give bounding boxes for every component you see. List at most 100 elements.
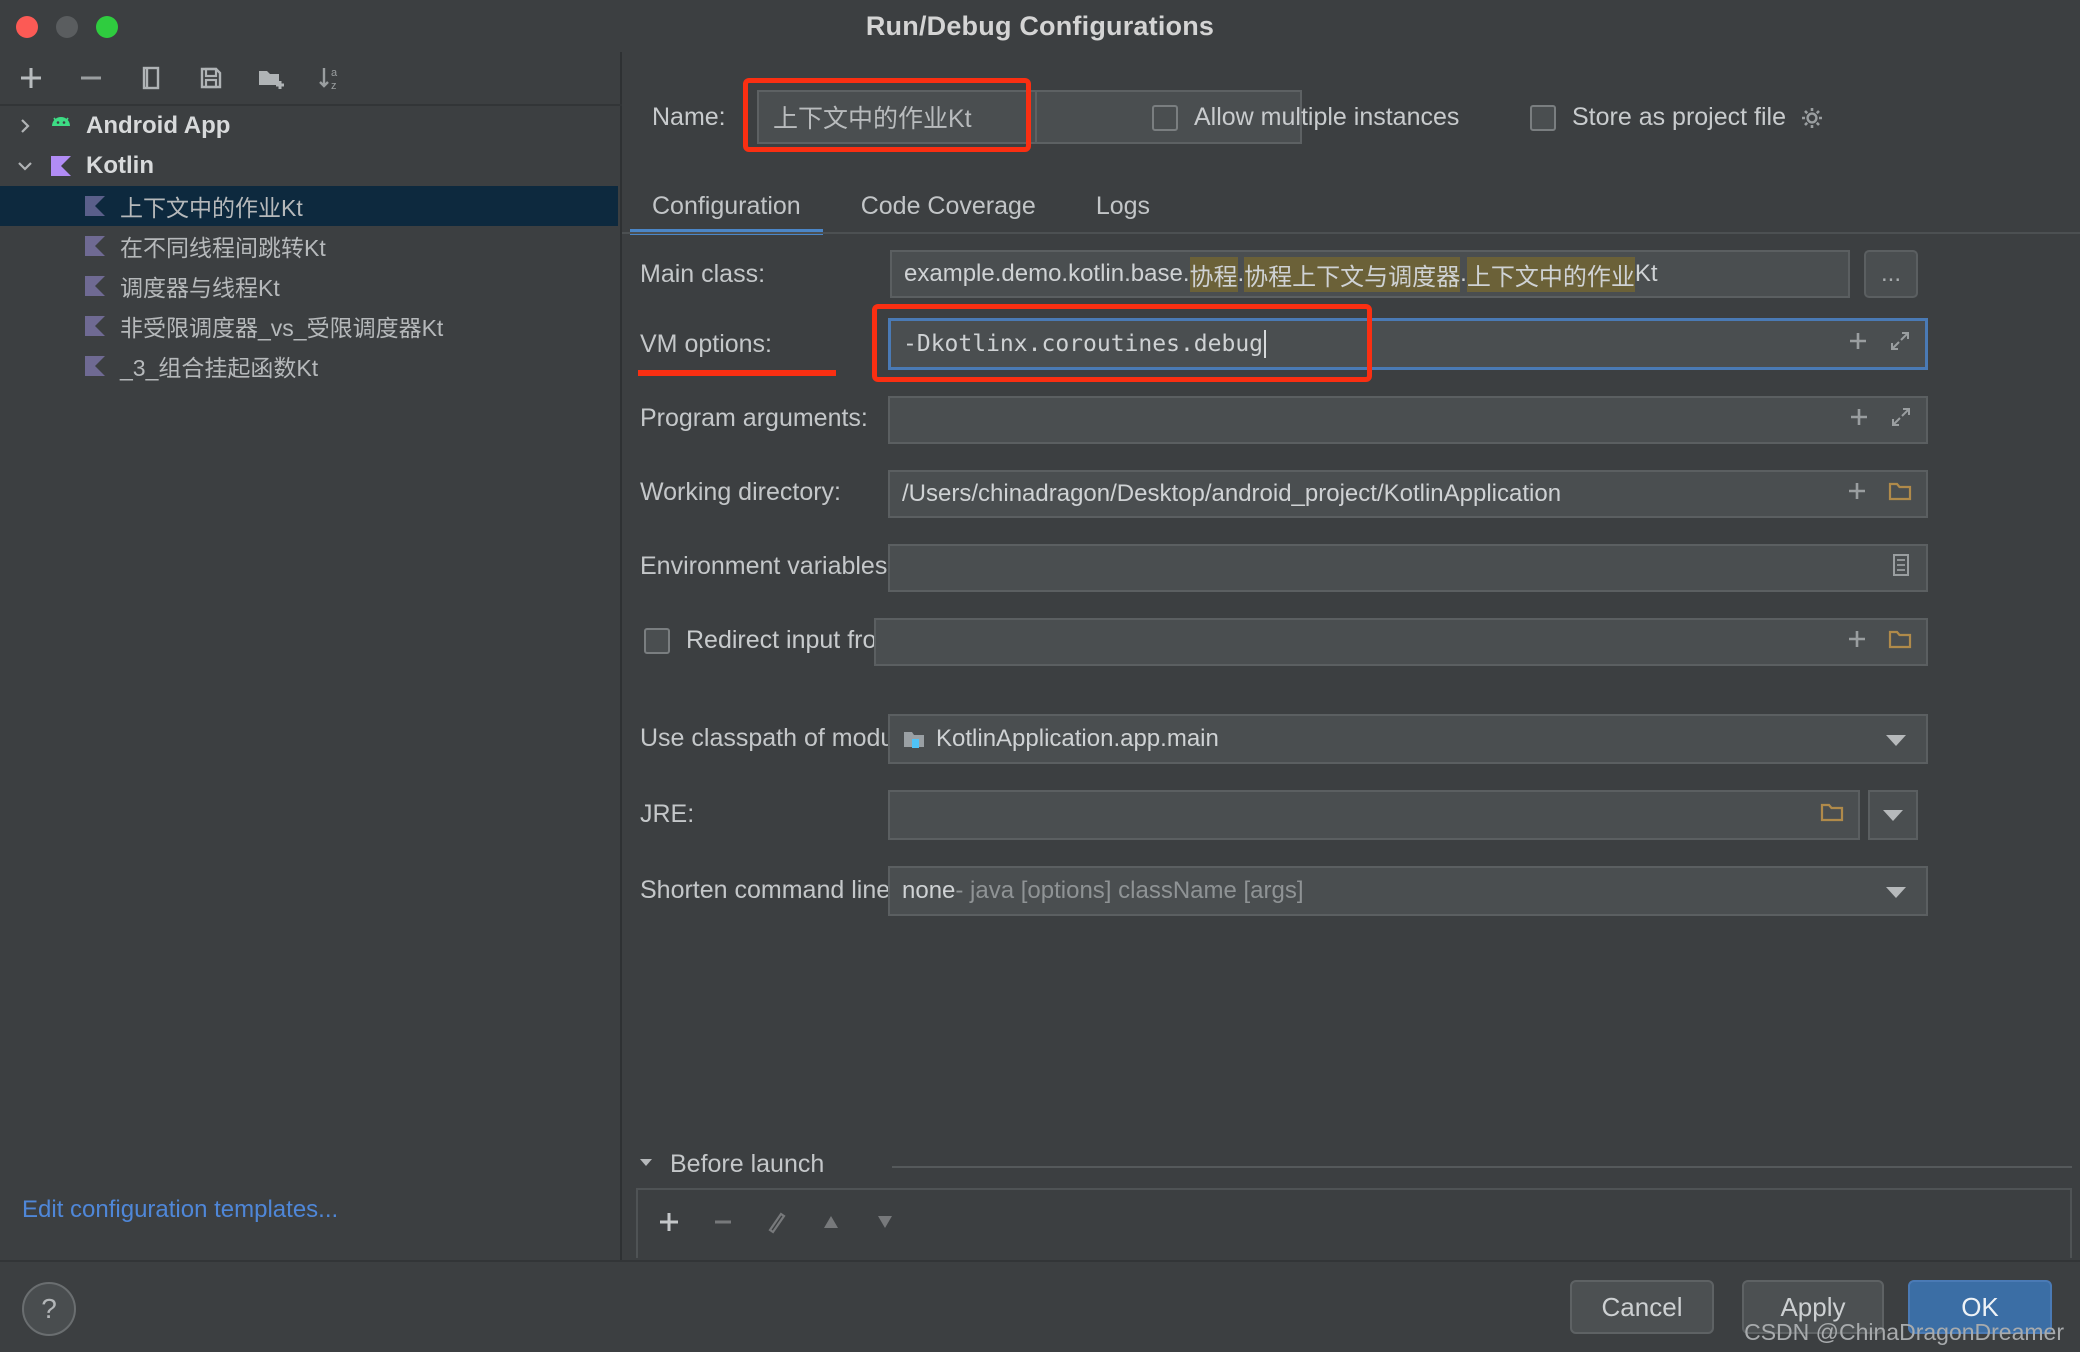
program-arguments-input[interactable] bbox=[888, 396, 1928, 444]
working-directory-value: /Users/chinadragon/Desktop/android_proje… bbox=[902, 480, 1562, 507]
title-bar: Run/Debug Configurations bbox=[0, 0, 2080, 52]
sort-alphabetically-button[interactable]: a z bbox=[310, 57, 352, 99]
svg-text:a: a bbox=[331, 67, 338, 79]
jre-label: JRE: bbox=[640, 800, 695, 828]
jre-input[interactable] bbox=[888, 790, 1860, 840]
new-folder-button[interactable] bbox=[250, 57, 292, 99]
redirect-input-field-icons bbox=[1846, 620, 1912, 664]
tabs-divider bbox=[622, 232, 2080, 234]
remove-task-button bbox=[710, 1209, 736, 1240]
tab-logs[interactable]: Logs bbox=[1066, 180, 1180, 232]
tree-item-selected-config[interactable]: 上下文中的作业Kt bbox=[0, 186, 618, 226]
plus-icon[interactable] bbox=[1846, 628, 1868, 657]
main-class-segment-2: 协程上下文与调度器 bbox=[1244, 256, 1461, 292]
folder-icon[interactable] bbox=[1888, 628, 1912, 657]
plus-icon[interactable] bbox=[1847, 330, 1869, 359]
before-launch-divider bbox=[892, 1166, 2072, 1168]
tree-node-label: 在不同线程间跳转Kt bbox=[120, 235, 326, 261]
tree-item-config-2[interactable]: 在不同线程间跳转Kt bbox=[0, 226, 618, 266]
main-class-input[interactable]: example.demo.kotlin.base. 协程. 协程上下文与调度器. 上下… bbox=[890, 250, 1850, 298]
android-icon bbox=[44, 116, 78, 136]
folder-icon[interactable] bbox=[1820, 801, 1844, 830]
vm-options-label-annotation-underline bbox=[638, 370, 836, 376]
shorten-command-line-hint: - java [options] className [args] bbox=[955, 877, 1304, 904]
shorten-command-line-combo[interactable]: none - java [options] className [args] bbox=[888, 866, 1928, 916]
plus-icon[interactable] bbox=[1846, 480, 1868, 509]
add-task-button[interactable] bbox=[656, 1209, 682, 1240]
vm-options-row: VM options: -Dkotlinx.coroutines.debug bbox=[622, 304, 2080, 390]
tab-code-coverage[interactable]: Code Coverage bbox=[831, 180, 1066, 232]
working-directory-input[interactable]: /Users/chinadragon/Desktop/android_proje… bbox=[888, 470, 1928, 518]
tree-node-label: 上下文中的作业Kt bbox=[120, 195, 303, 221]
working-directory-field-icons bbox=[1846, 472, 1912, 516]
edit-configuration-templates-link[interactable]: Edit configuration templates... bbox=[22, 1196, 338, 1224]
main-class-row: Main class: example.demo.kotlin.base. 协程.… bbox=[622, 244, 2080, 312]
svg-text:z: z bbox=[331, 80, 337, 92]
kotlin-file-icon bbox=[78, 354, 112, 378]
expand-icon[interactable] bbox=[1890, 406, 1912, 435]
kotlin-file-icon bbox=[78, 274, 112, 298]
name-row: Name: 上下文中的作业Kt Allow multiple instances… bbox=[622, 78, 2080, 152]
allow-multiple-instances-checkbox[interactable] bbox=[1152, 104, 1178, 131]
run-debug-configurations-dialog: Run/Debug Configurations a z Android App… bbox=[0, 0, 2080, 1352]
store-as-project-file-checkbox[interactable] bbox=[1530, 104, 1556, 131]
name-field-annotation-box bbox=[743, 78, 1031, 152]
name-label: Name: bbox=[652, 103, 726, 131]
environment-variables-label: Environment variables: bbox=[640, 552, 895, 580]
program-arguments-label: Program arguments: bbox=[640, 404, 868, 432]
program-arguments-field-icons bbox=[1848, 398, 1912, 442]
use-classpath-value: KotlinApplication.app.main bbox=[936, 725, 1219, 752]
program-arguments-row: Program arguments: bbox=[622, 390, 2080, 464]
triangle-down-icon[interactable] bbox=[636, 1150, 656, 1179]
before-launch-header[interactable]: Before launch bbox=[636, 1150, 824, 1179]
main-class-dot-1: . bbox=[1237, 260, 1245, 287]
chevron-down-icon[interactable] bbox=[1886, 887, 1906, 898]
store-as-project-file-row[interactable]: Store as project file bbox=[1530, 103, 1824, 132]
tree-node-kotlin[interactable]: Kotlin bbox=[0, 146, 618, 186]
add-configuration-button[interactable] bbox=[10, 57, 52, 99]
use-classpath-combo[interactable]: KotlinApplication.app.main bbox=[888, 714, 1928, 764]
before-launch-section: Before launch bbox=[622, 1142, 2080, 1262]
tree-item-config-5[interactable]: _3_组合挂起函数Kt bbox=[0, 346, 618, 386]
list-icon[interactable] bbox=[1890, 553, 1912, 584]
configurations-tree: Android App Kotlin 上下文中的作业Kt 在不同线程间跳转Kt … bbox=[0, 106, 618, 386]
main-class-browse-button[interactable]: ... bbox=[1864, 250, 1918, 298]
redirect-input-field[interactable] bbox=[874, 618, 1928, 666]
tree-item-config-4[interactable]: 非受限调度器_vs_受限调度器Kt bbox=[0, 306, 618, 346]
jre-dropdown-button[interactable] bbox=[1868, 790, 1918, 840]
redirect-input-checkbox[interactable] bbox=[644, 627, 670, 654]
folder-icon[interactable] bbox=[1888, 480, 1912, 509]
tab-label: Configuration bbox=[652, 191, 801, 220]
gear-icon[interactable] bbox=[1800, 106, 1824, 130]
cancel-button[interactable]: Cancel bbox=[1570, 1280, 1714, 1334]
main-class-segment-1: 协程 bbox=[1189, 256, 1238, 292]
environment-variables-input[interactable] bbox=[888, 544, 1928, 592]
before-launch-toolbar bbox=[636, 1188, 2072, 1258]
editor-tabs: Configuration Code Coverage Logs bbox=[622, 180, 2080, 235]
tree-node-label: Kotlin bbox=[86, 152, 154, 179]
window-title: Run/Debug Configurations bbox=[865, 11, 1215, 41]
remove-configuration-button[interactable] bbox=[70, 57, 112, 99]
chevron-right-icon[interactable] bbox=[10, 111, 40, 141]
chevron-down-icon[interactable] bbox=[10, 151, 40, 181]
tab-label: Code Coverage bbox=[860, 191, 1036, 220]
main-class-prefix: example.demo.kotlin.base. bbox=[904, 260, 1190, 287]
expand-icon[interactable] bbox=[1889, 330, 1911, 359]
module-icon bbox=[902, 728, 926, 750]
kotlin-file-icon bbox=[78, 234, 112, 258]
dialog-footer: ? Cancel Apply OK CSDN @ChinaDragonDream… bbox=[0, 1260, 2080, 1352]
copy-configuration-button[interactable] bbox=[130, 57, 172, 99]
environment-variables-row: Environment variables: bbox=[622, 538, 2080, 612]
tree-item-config-3[interactable]: 调度器与线程Kt bbox=[0, 266, 618, 306]
help-button[interactable]: ? bbox=[22, 1282, 76, 1336]
redirect-input-checkbox-row[interactable]: Redirect input from: bbox=[644, 626, 904, 655]
tree-node-label: 调度器与线程Kt bbox=[120, 275, 280, 301]
save-configuration-button[interactable] bbox=[190, 57, 232, 99]
chevron-down-icon[interactable] bbox=[1886, 735, 1906, 746]
plus-icon[interactable] bbox=[1848, 406, 1870, 435]
allow-multiple-instances-row[interactable]: Allow multiple instances bbox=[1152, 103, 1459, 132]
kotlin-file-icon bbox=[78, 194, 112, 218]
vm-options-label: VM options: bbox=[640, 330, 773, 358]
tab-configuration[interactable]: Configuration bbox=[622, 180, 831, 235]
tree-node-android-app[interactable]: Android App bbox=[0, 106, 618, 146]
